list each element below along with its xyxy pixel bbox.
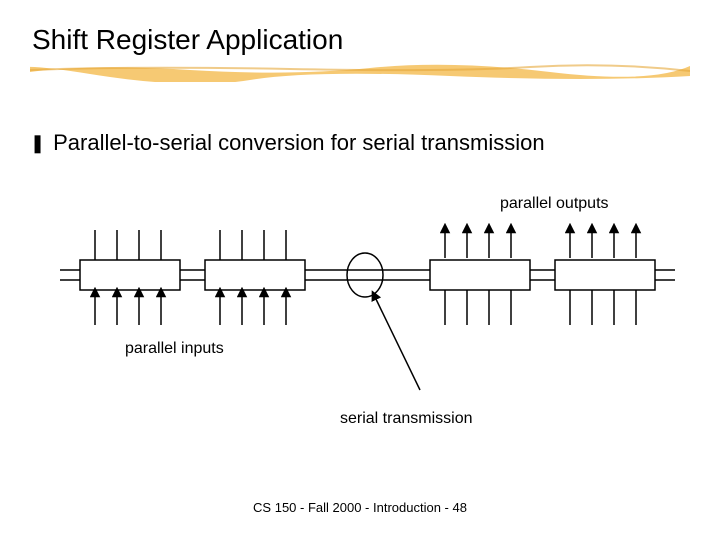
bullet-glyph-icon: ❚: [30, 134, 45, 152]
label-parallel-outputs: parallel outputs: [500, 195, 609, 213]
title-underline: [30, 62, 690, 82]
label-parallel-inputs: parallel inputs: [125, 340, 224, 358]
slide-title: Shift Register Application: [32, 24, 343, 56]
bullet-item: ❚ Parallel-to-serial conversion for seri…: [30, 130, 545, 156]
label-serial-transmission: serial transmission: [340, 410, 472, 428]
slide-footer: CS 150 - Fall 2000 - Introduction - 48: [0, 500, 720, 515]
shift-register-diagram: [60, 180, 680, 400]
bullet-text: Parallel-to-serial conversion for serial…: [53, 130, 545, 156]
